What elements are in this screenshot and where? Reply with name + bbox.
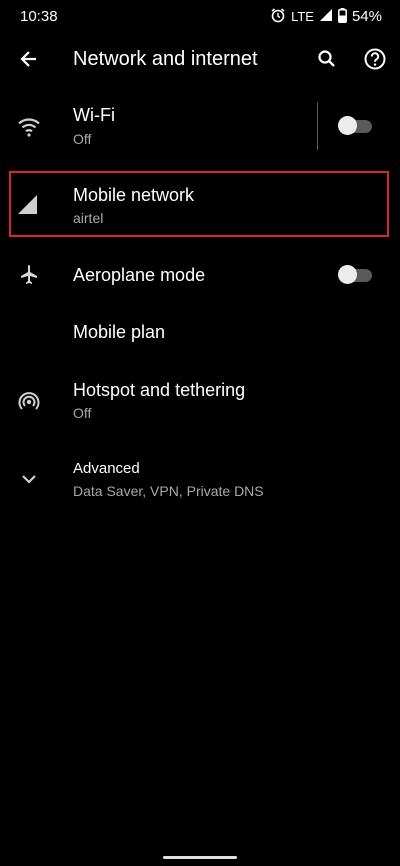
wifi-title: Wi-Fi [73,105,115,125]
toggle-thumb [338,116,357,135]
page-title: Network and internet [73,48,258,70]
aeroplane-mode-title: Aeroplane mode [73,265,206,285]
wifi-toggle[interactable] [338,116,372,135]
app-bar: Network and internet [0,34,400,86]
wifi-icon [14,112,44,142]
battery-icon [338,7,347,26]
setting-row-advanced[interactable]: Advanced Data Saver, VPN, Private DNS [0,452,400,506]
hotspot-title: Hotspot and tethering [73,380,246,400]
battery-percent: 54% [351,8,382,25]
status-bar: 10:38 LTE 54% [0,0,400,34]
toggle-thumb [338,265,357,284]
advanced-title: Advanced [73,460,140,477]
setting-row-hotspot[interactable]: Hotspot and tethering Off [0,370,400,430]
highlight-box [9,171,389,237]
help-button[interactable] [360,44,390,74]
wifi-divider [317,102,318,150]
alarm-icon [270,7,286,26]
hotspot-icon [14,387,44,417]
status-time: 10:38 [20,8,58,25]
help-icon [364,48,386,70]
aeroplane-toggle[interactable] [338,265,372,284]
setting-row-mobile-plan[interactable]: Mobile plan [0,310,400,356]
search-button[interactable] [312,44,342,74]
network-type: LTE [291,9,314,24]
advanced-summary: Data Saver, VPN, Private DNS [73,483,264,499]
status-icons: LTE 54% [270,7,382,26]
wifi-status: Off [73,131,92,147]
mobile-plan-title: Mobile plan [73,322,166,342]
back-arrow-icon [20,51,36,67]
airplane-icon [14,260,44,290]
signal-icon [319,8,333,25]
gesture-nav-handle[interactable] [163,856,237,859]
hotspot-status: Off [73,405,92,421]
chevron-down-icon [14,464,44,494]
back-button[interactable] [14,44,44,74]
search-icon [318,50,335,67]
